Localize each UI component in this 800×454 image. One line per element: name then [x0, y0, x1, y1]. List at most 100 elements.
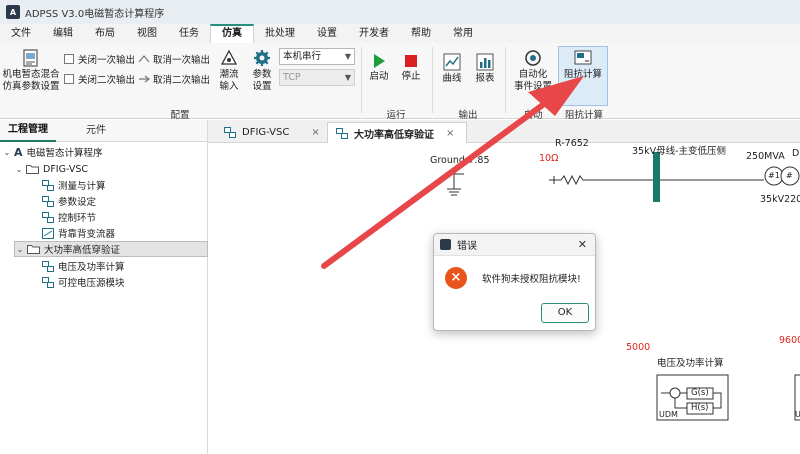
ok-button[interactable]: OK: [541, 303, 589, 323]
stop-button[interactable]: 停止: [398, 53, 424, 83]
folder-icon: [26, 165, 39, 174]
menu-tab-task[interactable]: 任务: [168, 24, 210, 43]
title-bar: A ADPSS V3.0电磁暂态计算程序: [0, 0, 800, 24]
value-9600: 9600: [779, 335, 800, 346]
curve-label: 曲线: [442, 73, 462, 84]
close-once-output-check[interactable]: 关闭一次输出: [64, 52, 135, 66]
menu-tab-developer[interactable]: 开发者: [348, 24, 400, 43]
automation-icon: [525, 50, 541, 66]
flow-input-button[interactable]: 潮流 输入: [214, 49, 244, 93]
menu-tab-help[interactable]: 帮助: [400, 24, 442, 43]
menu-tab-layout[interactable]: 布局: [84, 24, 126, 43]
chevron-down-icon[interactable]: ⌄: [14, 165, 24, 174]
window-title: ADPSS V3.0电磁暂态计算程序: [25, 8, 165, 20]
menu-tab-edit[interactable]: 编辑: [42, 24, 84, 43]
param-settings-button[interactable]: 参数 设置: [247, 49, 277, 93]
cancel-output-icon: [139, 75, 150, 83]
close-once-checkbox[interactable]: [64, 54, 74, 64]
chevron-down-icon[interactable]: ⌄: [15, 245, 25, 254]
tree-item-label: 测量与计算: [58, 181, 106, 192]
bus-bar: [653, 152, 660, 202]
module-icon: [42, 195, 54, 207]
tab-components[interactable]: 元件: [78, 120, 114, 142]
module-icon: [224, 127, 236, 138]
partial-label: D: [792, 148, 800, 159]
start-button[interactable]: 启动: [366, 53, 392, 83]
curve-button[interactable]: 曲线: [438, 53, 466, 85]
menu-tab-file[interactable]: 文件: [0, 24, 42, 43]
close-icon[interactable]: ✕: [578, 238, 587, 251]
cancel-once-label: 取消一次输出: [153, 55, 211, 66]
tree-root-label: 电磁暂态计算程序: [26, 148, 103, 159]
tree-node-high-power[interactable]: ⌄ 大功率高低穿验证: [14, 241, 208, 257]
param-settings-label: 参数 设置: [252, 69, 272, 92]
chevron-down-icon: ▼: [344, 52, 351, 61]
menu-tab-settings[interactable]: 设置: [306, 24, 348, 43]
dialog-title-bar: 错误: [434, 234, 595, 256]
menu-tab-simulation[interactable]: 仿真: [210, 24, 254, 43]
sim-params-icon: [23, 49, 38, 67]
group-separator: [432, 47, 433, 113]
close-once-label: 关闭一次输出: [78, 55, 136, 66]
chevron-down-icon: ▼: [344, 73, 351, 82]
tree-item[interactable]: 参数设定: [42, 193, 96, 209]
impedance-calc-button[interactable]: 阻抗计算: [558, 49, 608, 81]
tree-node-dfig[interactable]: ⌄ DFIG-VSC: [14, 161, 88, 177]
hybrid-sim-params-label: 机电暂态混合 仿真参数设置: [2, 69, 60, 92]
impedance-icon: [574, 50, 592, 65]
mva-label: 250MVA: [746, 151, 785, 162]
report-button[interactable]: 报表: [471, 53, 499, 85]
block-udm-label: UDM: [659, 410, 678, 419]
program-icon: A: [14, 145, 23, 159]
tree-item[interactable]: 背靠背变流器: [42, 225, 115, 241]
tree-item-label: 背靠背变流器: [58, 229, 116, 240]
group-label-auto: 自动: [523, 110, 543, 121]
tree-node-label: DFIG-VSC: [43, 163, 88, 175]
ribbon-toolbar: 机电暂态混合 仿真参数设置 关闭一次输出 关闭二次输出 取消一次输出 取消二次输…: [0, 43, 800, 121]
cancel-twice-output[interactable]: 取消二次输出: [138, 72, 210, 86]
impedance-calc-label: 阻抗计算: [563, 69, 602, 80]
bar-chart-icon: [476, 53, 494, 71]
doc-tab-dfig[interactable]: DFIG-VSC ×: [216, 122, 324, 143]
block-title: 电压及功率计算: [657, 358, 724, 369]
close-icon[interactable]: ×: [446, 128, 454, 139]
hybrid-sim-params-button[interactable]: 机电暂态混合 仿真参数设置: [2, 49, 60, 93]
menu-tab-batch[interactable]: 批处理: [254, 24, 306, 43]
project-panel-tabs: 工程管理 元件: [0, 120, 207, 142]
run-mode-select[interactable]: 本机串行 ▼: [279, 48, 355, 65]
cancel-once-output[interactable]: 取消一次输出: [138, 52, 210, 66]
converter-icon: [42, 227, 54, 239]
app-logo-icon: [440, 239, 451, 250]
stop-icon: [405, 55, 417, 67]
close-icon[interactable]: ×: [311, 127, 319, 138]
auto-event-settings-button[interactable]: 自动化 事件设置: [510, 49, 556, 93]
resistance-value: 10Ω: [539, 153, 559, 164]
doc-tab-high-power[interactable]: 大功率高低穿验证 ×: [327, 122, 467, 143]
module-icon: [42, 276, 54, 288]
menu-tab-view[interactable]: 视图: [126, 24, 168, 43]
close-twice-label: 关闭二次输出: [78, 75, 136, 86]
app-window: A ADPSS V3.0电磁暂态计算程序 文件 编辑 布局 视图 任务 仿真 批…: [0, 0, 800, 454]
tree-item[interactable]: 测量与计算: [42, 177, 106, 193]
tree-item[interactable]: 电压及功率计算: [42, 258, 125, 274]
flow-input-icon: [220, 49, 238, 65]
transformer-label: 35kV220k: [760, 194, 800, 205]
transformer-tag-2: #: [786, 171, 793, 180]
cancel-output-icon: [138, 55, 150, 63]
value-5000: 5000: [626, 342, 651, 353]
tab-project-management[interactable]: 工程管理: [0, 120, 56, 142]
tree-item[interactable]: 控制环节: [42, 209, 96, 225]
close-twice-output-check[interactable]: 关闭二次输出: [64, 72, 135, 86]
tree-item[interactable]: 可控电压源模块: [42, 274, 125, 290]
tree-item-label: 参数设定: [58, 197, 97, 208]
close-twice-checkbox[interactable]: [64, 74, 74, 84]
protocol-select[interactable]: TCP ▼: [279, 69, 355, 86]
tree-root[interactable]: ⌄ A 电磁暂态计算程序: [2, 144, 103, 160]
ground-symbol: [447, 174, 461, 196]
block-h-label: H(s): [691, 403, 709, 413]
menu-tab-common[interactable]: 常用: [442, 24, 484, 43]
tree-item-label: 电压及功率计算: [58, 262, 125, 273]
chevron-down-icon[interactable]: ⌄: [2, 148, 12, 157]
group-separator: [361, 47, 362, 113]
document-tabs: DFIG-VSC × 大功率高低穿验证 ×: [208, 120, 800, 143]
